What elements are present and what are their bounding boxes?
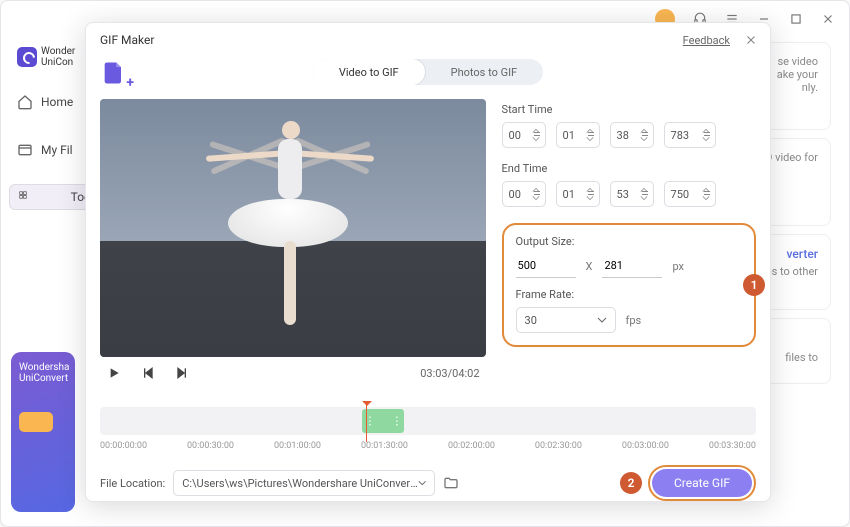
video-preview[interactable]: [100, 99, 486, 357]
output-height-input[interactable]: [602, 254, 662, 278]
promo-banner[interactable]: Wondersha UniConvert: [11, 352, 75, 512]
sidebar-item-myfiles[interactable]: My Fil: [17, 136, 86, 164]
create-gif-button[interactable]: Create GIF: [652, 469, 752, 497]
frame-rate-label: Frame Rate:: [516, 288, 684, 301]
video-frame-content: [198, 113, 388, 343]
play-button[interactable]: [106, 365, 122, 381]
timeline-ticks: 00:00:00:00 00:00:30:00 00:01:00:00 00:01:3…: [100, 441, 756, 451]
close-button[interactable]: [821, 12, 835, 26]
playhead[interactable]: [362, 401, 372, 411]
home-icon: [17, 94, 33, 110]
end-ms-stepper[interactable]: 750: [664, 181, 716, 207]
annotation-badge: 2: [620, 472, 642, 494]
close-icon[interactable]: [744, 33, 758, 47]
tick-label: 00:02:30:00: [535, 441, 582, 451]
start-hour-stepper[interactable]: 00: [502, 122, 546, 148]
tick-label: 00:00:00:00: [100, 441, 147, 451]
tick-label: 00:01:00:00: [274, 441, 321, 451]
tick-label: 00:03:30:00: [709, 441, 756, 451]
timeline-track[interactable]: [100, 407, 756, 435]
prev-frame-button[interactable]: [140, 365, 156, 381]
music-icon: [19, 412, 53, 432]
highlight-box-1: 1 Output Size: X px Frame Rate: 30 fps: [502, 223, 756, 347]
playback-controls: 03:03/04:02: [100, 357, 486, 389]
next-frame-button[interactable]: [174, 365, 190, 381]
card-link[interactable]: verter: [786, 247, 818, 261]
options-panel: Start Time 00 01 38 783 End Time 00 01 5…: [502, 99, 756, 403]
start-min-stepper[interactable]: 01: [556, 122, 600, 148]
start-time-label: Start Time: [502, 103, 756, 116]
end-min-stepper[interactable]: 01: [556, 181, 600, 207]
end-sec-stepper[interactable]: 53: [610, 181, 654, 207]
open-folder-button[interactable]: [443, 475, 459, 491]
highlight-box-2: 2 Create GIF: [648, 465, 756, 501]
time-display: 03:03/04:02: [420, 367, 479, 380]
mode-tabs: Video to GIF Photos to GIF: [313, 59, 543, 85]
sidebar-item-home[interactable]: Home: [17, 88, 86, 116]
plus-icon: +: [126, 75, 134, 91]
tick-label: 00:01:30:00: [361, 441, 408, 451]
tick-label: 00:02:00:00: [448, 441, 495, 451]
maximize-button[interactable]: [789, 12, 803, 26]
chevron-down-icon: [418, 478, 426, 488]
tools-icon: [18, 189, 34, 205]
start-ms-stepper[interactable]: 783: [664, 122, 716, 148]
frame-rate-select[interactable]: 30: [516, 307, 616, 333]
output-width-input[interactable]: [516, 254, 576, 278]
file-location-select[interactable]: C:\Users\ws\Pictures\Wondershare UniConv…: [173, 470, 435, 496]
output-size-label: Output Size:: [516, 235, 684, 248]
sidebar-item-label: My Fil: [41, 143, 73, 157]
annotation-badge: 1: [743, 274, 765, 296]
end-time-label: End Time: [502, 162, 756, 175]
chevron-down-icon: [597, 315, 607, 325]
tab-video-to-gif[interactable]: Video to GIF: [313, 59, 426, 85]
tab-photos-to-gif[interactable]: Photos to GIF: [425, 59, 544, 85]
file-location-label: File Location:: [100, 477, 165, 490]
gif-maker-dialog: GIF Maker Feedback + Video to GIF Photos…: [85, 22, 771, 502]
tick-label: 00:00:30:00: [187, 441, 234, 451]
app-logo: WonderUniCon: [17, 46, 86, 68]
add-file-button[interactable]: +: [100, 59, 130, 89]
sidebar-item-label: Home: [41, 95, 73, 109]
tick-label: 00:03:00:00: [622, 441, 669, 451]
timeline: 00:00:00:00 00:00:30:00 00:01:00:00 00:01:3…: [86, 403, 770, 451]
files-icon: [17, 142, 33, 158]
end-hour-stepper[interactable]: 00: [502, 181, 546, 207]
timeline-selection[interactable]: [362, 409, 404, 433]
start-sec-stepper[interactable]: 38: [610, 122, 654, 148]
dialog-title: GIF Maker: [100, 33, 154, 47]
dialog-footer: File Location: C:\Users\ws\Pictures\Wond…: [86, 451, 770, 501]
feedback-link[interactable]: Feedback: [683, 34, 730, 47]
